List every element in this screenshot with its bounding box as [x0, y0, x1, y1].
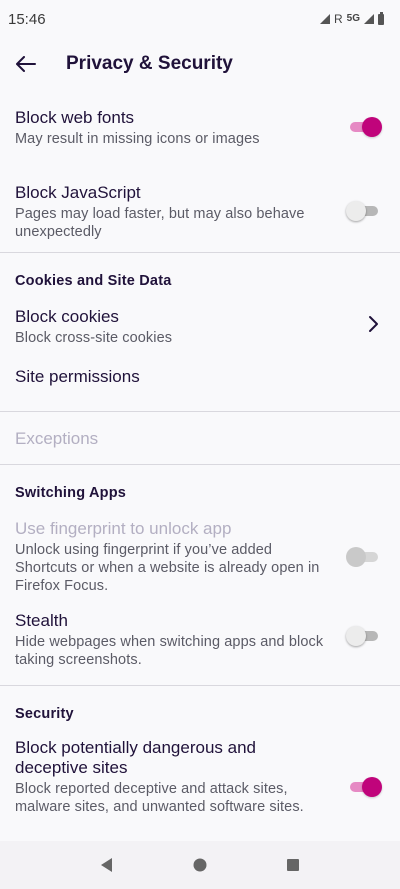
- nav-back-button[interactable]: [87, 845, 127, 885]
- page-title: Privacy & Security: [66, 53, 233, 74]
- block-cookies-row[interactable]: Block cookies Block cross-site cookies: [0, 293, 400, 367]
- dangerous-sites-subtitle: Block reported deceptive and attack site…: [15, 781, 304, 815]
- fingerprint-toggle[interactable]: [346, 546, 382, 568]
- arrow-left-icon: [16, 56, 36, 72]
- network-type: 5G: [346, 13, 360, 24]
- fingerprint-row[interactable]: Use fingerprint to unlock app Unlock usi…: [0, 505, 400, 603]
- block-javascript-row[interactable]: Block JavaScript Pages may load faster, …: [0, 170, 400, 252]
- exceptions-row[interactable]: Exceptions: [0, 412, 400, 464]
- block-javascript-title: Block JavaScript: [15, 183, 141, 202]
- battery-icon: [378, 11, 384, 25]
- stealth-subtitle: Hide webpages when switching apps and bl…: [15, 634, 324, 668]
- settings-list: Block web fonts May result in missing ic…: [0, 96, 400, 826]
- exceptions-title: Exceptions: [15, 429, 99, 448]
- dangerous-sites-toggle[interactable]: [346, 776, 382, 798]
- switching-apps-header: Switching Apps: [15, 485, 127, 501]
- nav-home-button[interactable]: [180, 845, 220, 885]
- block-javascript-subtitle: Pages may load faster, but may also beha…: [15, 206, 305, 240]
- block-javascript-toggle[interactable]: [346, 200, 382, 222]
- triangle-back-icon: [100, 858, 112, 872]
- roaming-indicator: R: [333, 12, 343, 26]
- block-cookies-title: Block cookies: [15, 307, 119, 326]
- system-nav-bar: [0, 841, 400, 889]
- site-permissions-row[interactable]: Site permissions: [0, 367, 400, 411]
- cookies-section: Cookies and Site Data: [0, 253, 400, 293]
- stealth-toggle[interactable]: [346, 625, 382, 647]
- cookies-section-header: Cookies and Site Data: [15, 273, 172, 289]
- toggle-thumb: [346, 626, 366, 646]
- chevron-right-icon: [369, 316, 378, 332]
- security-section: Security: [0, 686, 400, 726]
- security-header: Security: [15, 706, 74, 722]
- status-time: 15:46: [8, 10, 46, 28]
- toggle-thumb: [362, 777, 382, 797]
- nav-recents-button[interactable]: [273, 845, 313, 885]
- site-permissions-title: Site permissions: [15, 367, 140, 386]
- back-button[interactable]: [0, 38, 52, 90]
- signal-icon: [319, 14, 330, 24]
- status-bar: 15:46 R 5G: [0, 0, 400, 38]
- block-web-fonts-toggle[interactable]: [346, 116, 382, 138]
- fingerprint-subtitle: Unlock using fingerprint if you’ve added…: [15, 542, 320, 594]
- block-web-fonts-row[interactable]: Block web fonts May result in missing ic…: [0, 96, 400, 170]
- block-cookies-subtitle: Block cross-site cookies: [15, 330, 173, 346]
- toggle-thumb: [362, 117, 382, 137]
- toggle-thumb: [346, 547, 366, 567]
- status-icons: R 5G: [319, 11, 384, 26]
- toggle-thumb: [346, 201, 366, 221]
- block-web-fonts-title: Block web fonts: [15, 108, 135, 127]
- stealth-title: Stealth: [15, 611, 68, 630]
- fingerprint-title: Use fingerprint to unlock app: [15, 519, 232, 538]
- toolbar: Privacy & Security: [0, 38, 400, 90]
- signal-icon-2: [364, 14, 374, 24]
- stealth-row[interactable]: Stealth Hide webpages when switching app…: [0, 603, 400, 679]
- block-web-fonts-subtitle: May result in missing icons or images: [15, 131, 260, 147]
- dangerous-sites-row[interactable]: Block potentially dangerous and deceptiv…: [0, 726, 400, 826]
- square-recents-icon: [287, 859, 300, 871]
- circle-home-icon: [193, 858, 207, 872]
- dangerous-sites-title: Block potentially dangerous and deceptiv…: [15, 738, 256, 777]
- switching-apps-section: Switching Apps: [0, 465, 400, 505]
